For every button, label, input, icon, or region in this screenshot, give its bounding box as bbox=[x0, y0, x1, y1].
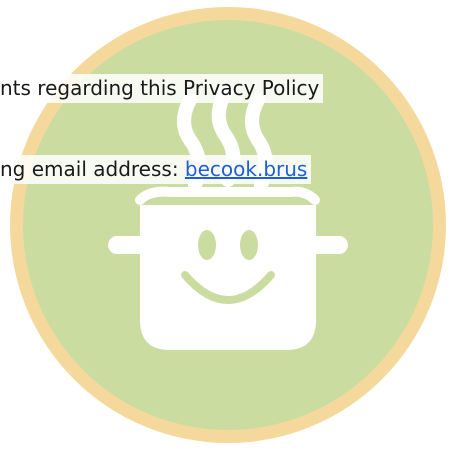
email-contact-prefix: ng email address: bbox=[0, 157, 185, 181]
privacy-contact-text: nts regarding this Privacy Policy bbox=[0, 74, 324, 103]
email-contact-text: ng email address: becook.brus bbox=[0, 155, 312, 184]
cooking-pot-logo-watermark-icon bbox=[10, 7, 446, 443]
email-link[interactable]: becook.brus bbox=[185, 157, 307, 181]
page-content: nts regarding this Privacy Policy ng ema… bbox=[0, 0, 450, 453]
privacy-contact-line1: nts regarding this Privacy Policy bbox=[0, 76, 320, 100]
